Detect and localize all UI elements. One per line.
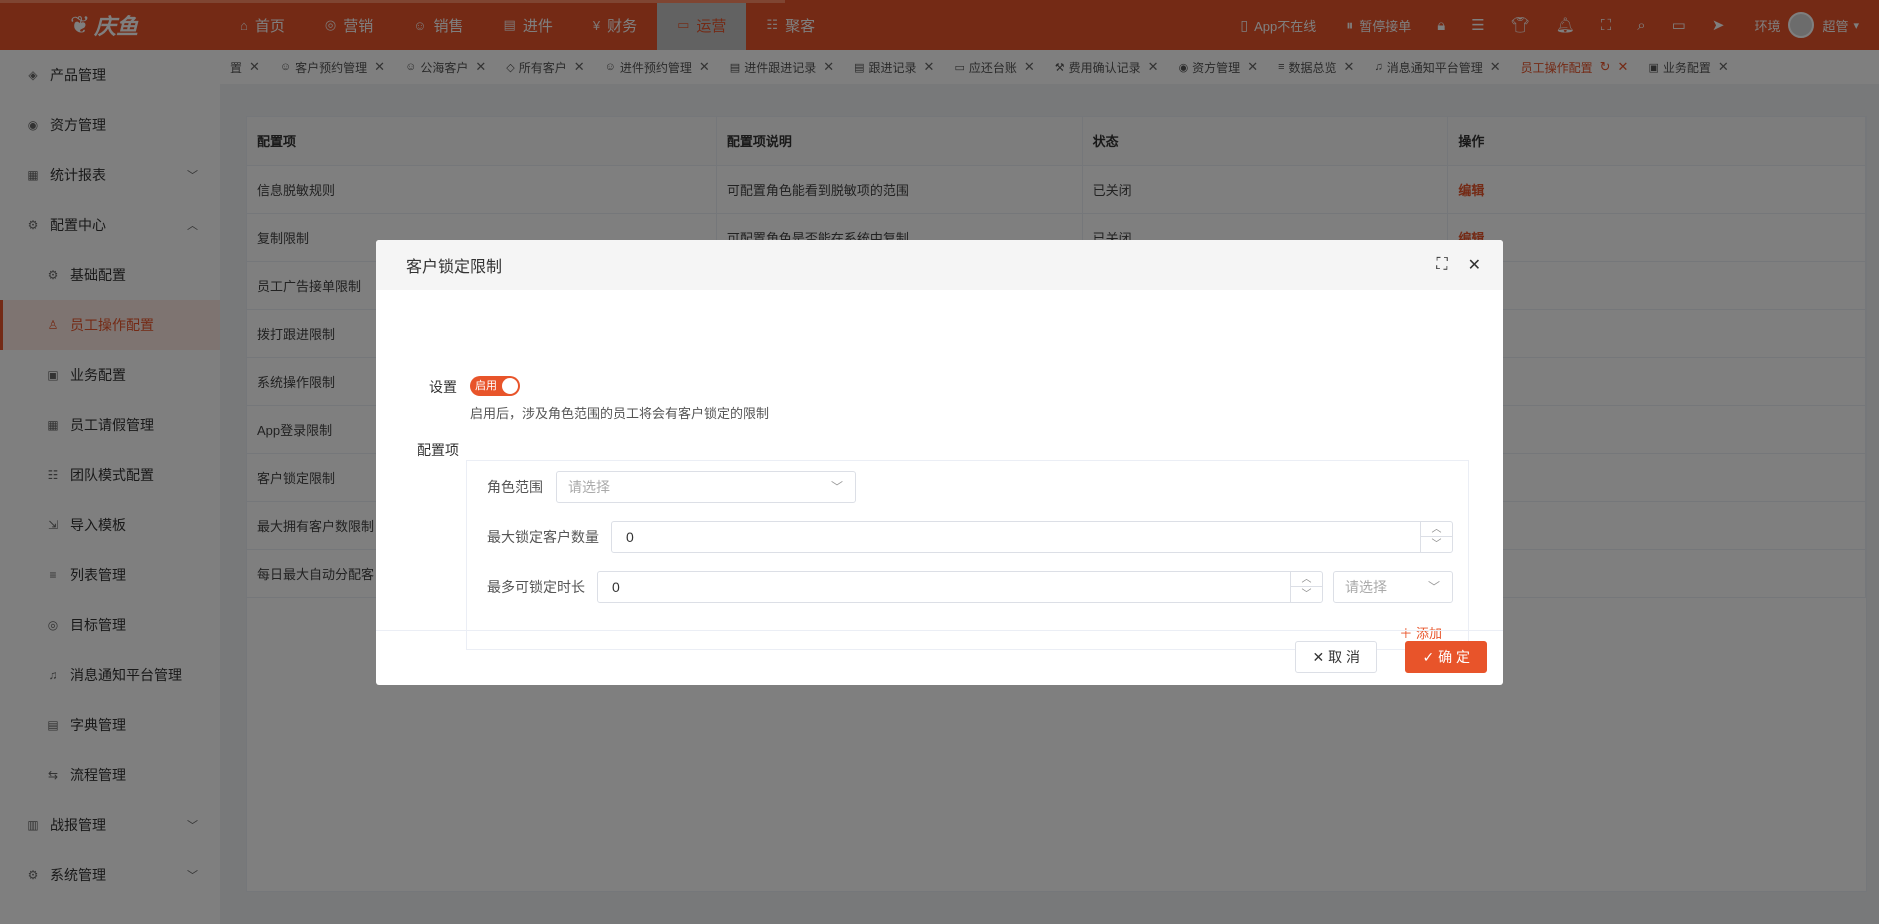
max-lock-count-input[interactable]: 0 ︿ ﹀: [611, 521, 1453, 553]
role-range-label: 角色范围: [487, 479, 543, 495]
cancel-button[interactable]: ✕ 取 消: [1295, 641, 1377, 673]
enable-switch[interactable]: 启用: [470, 376, 520, 396]
maximize-icon[interactable]: ⛶: [1436, 256, 1447, 274]
max-duration-label: 最多可锁定时长: [487, 579, 585, 595]
dialog-footer: ✕ 取 消 ✓ 确 定: [376, 630, 1503, 685]
stepper-up-icon[interactable]: ︿: [1291, 572, 1322, 587]
stepper-down-icon[interactable]: ﹀: [1291, 587, 1322, 602]
chevron-down-icon: ﹀: [1427, 580, 1440, 594]
dialog-body: 设置 启用 启用后，涉及角色范围的员工将会有客户锁定的限制 配置项 角色范围 请…: [376, 290, 1503, 650]
duration-unit-select[interactable]: 请选择 ﹀: [1333, 571, 1453, 603]
max-duration-stepper[interactable]: ︿ ﹀: [1290, 572, 1322, 602]
max-duration-input[interactable]: 0 ︿ ﹀: [597, 571, 1323, 603]
stepper-up-icon[interactable]: ︿: [1421, 522, 1452, 537]
setting-label: 设置: [429, 379, 457, 395]
close-icon: ✕: [1312, 649, 1325, 665]
dialog-header: 客户锁定限制 ⛶ ✕: [376, 240, 1503, 290]
config-items-label: 配置项: [417, 442, 459, 458]
check-icon: ✓: [1422, 649, 1435, 665]
confirm-button[interactable]: ✓ 确 定: [1405, 641, 1487, 673]
max-lock-count-stepper[interactable]: ︿ ﹀: [1420, 522, 1452, 552]
switch-text: 启用: [475, 380, 497, 392]
close-icon[interactable]: ✕: [1468, 255, 1481, 275]
dialog-title: 客户锁定限制: [406, 259, 503, 276]
customer-lock-dialog: 客户锁定限制 ⛶ ✕ 设置 启用 启用后，涉及角色范围的员工将会有客户锁定的限制…: [376, 240, 1503, 685]
chevron-down-icon: ﹀: [830, 480, 843, 494]
role-range-select[interactable]: 请选择 ﹀: [556, 471, 856, 503]
max-lock-count-label: 最大锁定客户数量: [487, 529, 599, 545]
setting-hint: 启用后，涉及角色范围的员工将会有客户锁定的限制: [470, 406, 770, 421]
config-items-box: 角色范围 请选择 ﹀ 最大锁定客户数量 0 ︿ ﹀ 最多可锁定时长 0 ︿ ﹀: [466, 460, 1469, 650]
switch-knob: [502, 378, 518, 394]
stepper-down-icon[interactable]: ﹀: [1421, 537, 1452, 552]
